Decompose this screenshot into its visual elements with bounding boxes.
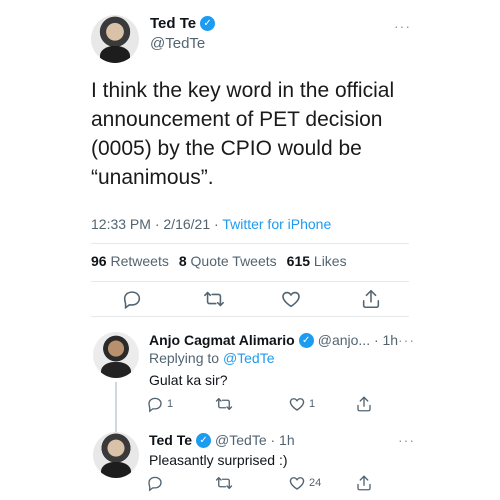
reply-tweet: Anjo Cagmat Alimario ✓ @anjo... · 1h ···… — [0, 322, 500, 458]
quote-tweets-stat[interactable]: 8 Quote Tweets — [179, 253, 277, 269]
retweet-icon — [215, 398, 233, 410]
retweets-stat[interactable]: 96 Retweets — [91, 253, 169, 269]
reply-button[interactable] — [146, 474, 167, 492]
author-name[interactable]: Ted Te ✓ — [150, 15, 216, 32]
replying-to: Replying to @TedTe — [149, 350, 275, 366]
reply-icon — [123, 291, 141, 310]
reply-text: Pleasantly surprised :) — [149, 452, 288, 468]
main-tweet: Ted Te ✓ @TedTe ··· I think the key word… — [0, 0, 500, 317]
more-options-icon[interactable]: ··· — [394, 18, 411, 34]
tweet-text: I think the key word in the official ann… — [91, 79, 395, 189]
reply-author-handle-time: @anjo... · 1h — [317, 332, 399, 348]
likes-count: 615 — [286, 253, 311, 269]
verified-badge-icon: ✓ — [298, 332, 314, 348]
reply-icon — [148, 397, 162, 413]
avatar[interactable] — [91, 15, 139, 63]
like-button[interactable]: 24 — [288, 474, 321, 492]
verified-badge-icon: ✓ — [196, 432, 212, 448]
like-count: 24 — [309, 477, 322, 489]
share-icon — [357, 475, 371, 491]
author-handle[interactable]: @TedTe — [150, 35, 205, 52]
like-icon — [289, 398, 305, 411]
verified-badge-icon: ✓ — [200, 16, 216, 31]
more-options-icon[interactable]: ··· — [398, 332, 415, 348]
avatar[interactable] — [93, 332, 139, 378]
reply-button[interactable] — [121, 288, 143, 310]
reply-text: Gulat ka sir? — [149, 372, 228, 388]
meta-separator: · — [214, 216, 219, 232]
tweet-source-link[interactable]: Twitter for iPhone — [222, 216, 331, 232]
divider — [91, 316, 409, 317]
reply-button[interactable]: 1 — [146, 395, 173, 413]
like-count: 1 — [309, 398, 316, 410]
divider — [91, 243, 409, 244]
retweet-icon — [204, 291, 224, 307]
quote-tweets-count: 8 — [178, 253, 187, 269]
reply-tweet: Ted Te ✓ @TedTe · 1h ··· Pleasantly surp… — [0, 424, 500, 500]
quote-tweets-label: Quote Tweets — [190, 253, 277, 269]
retweet-button[interactable] — [203, 288, 225, 310]
more-options-icon[interactable]: ··· — [398, 432, 415, 448]
reply-count: 1 — [167, 398, 174, 410]
retweet-button[interactable] — [215, 474, 236, 492]
tweet-meta: 12:33 PM · 2/16/21 · Twitter for iPhone — [91, 216, 331, 232]
divider — [91, 281, 409, 282]
share-button[interactable] — [355, 395, 373, 413]
like-icon — [289, 477, 305, 490]
share-button[interactable] — [355, 474, 373, 492]
tweet-date[interactable]: 2/16/21 — [163, 216, 210, 232]
retweets-count: 96 — [91, 253, 107, 269]
replying-to-handle[interactable]: @TedTe — [223, 350, 275, 366]
tweet-time[interactable]: 12:33 PM — [91, 216, 151, 232]
like-button[interactable]: 1 — [288, 395, 315, 413]
tweet-stats: 96 Retweets 8 Quote Tweets 615 Likes — [91, 253, 347, 269]
retweet-button[interactable] — [215, 395, 236, 413]
reply-author[interactable]: Ted Te ✓ @TedTe · 1h — [149, 432, 295, 448]
share-icon — [357, 396, 371, 412]
reply-author-name: Anjo Cagmat Alimario — [149, 332, 295, 348]
like-icon — [282, 291, 300, 308]
retweets-label: Retweets — [110, 253, 169, 269]
meta-separator: · — [154, 216, 160, 232]
likes-stat[interactable]: 615 Likes — [287, 253, 347, 269]
reply-author-handle-time: @TedTe · 1h — [215, 432, 295, 448]
share-button[interactable] — [360, 288, 382, 310]
likes-label: Likes — [313, 253, 347, 269]
reply-icon — [148, 476, 162, 492]
replying-to-prefix: Replying to — [149, 350, 220, 366]
retweet-icon — [215, 477, 233, 489]
avatar[interactable] — [93, 432, 139, 478]
author-name-text: Ted Te — [150, 15, 197, 32]
reply-author-name: Ted Te — [149, 432, 193, 448]
like-button[interactable] — [280, 288, 302, 310]
share-icon — [362, 289, 380, 309]
reply-author[interactable]: Anjo Cagmat Alimario ✓ @anjo... · 1h — [149, 332, 398, 348]
